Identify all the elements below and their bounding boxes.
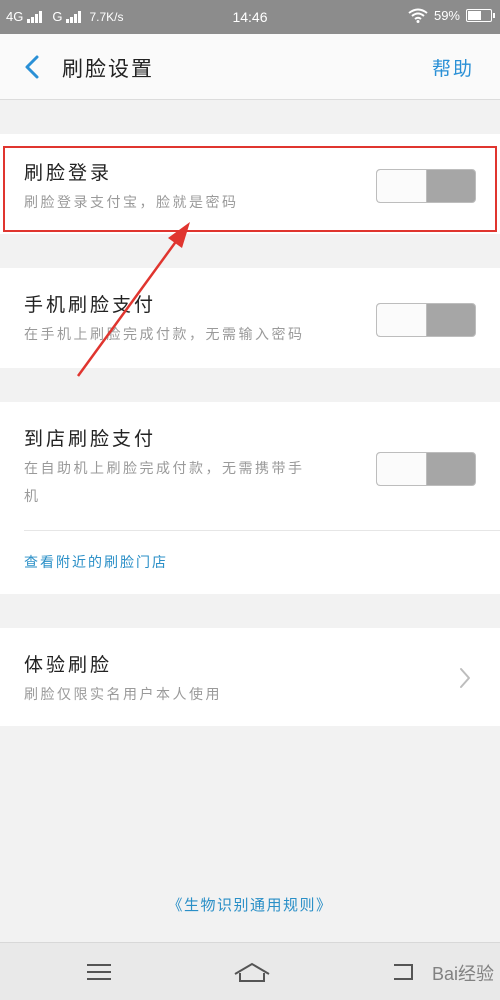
store-face-pay-title: 到店刷脸支付	[24, 428, 157, 450]
status-right: 59%	[408, 8, 495, 23]
phone-face-pay-title: 手机刷脸支付	[24, 294, 157, 316]
home-icon[interactable]	[232, 959, 272, 985]
chevron-left-icon[interactable]	[18, 52, 48, 82]
try-face-subtitle: 刷脸仅限实名用户本人使用	[24, 687, 222, 703]
phone-face-pay-subtitle: 在手机上刷脸完成付款，无需输入密码	[24, 327, 305, 343]
phone-face-pay-toggle[interactable]	[376, 303, 476, 337]
toggle-knob	[377, 304, 427, 336]
battery-fill	[468, 11, 481, 20]
try-face-card[interactable]: 体验刷脸 刷脸仅限实名用户本人使用	[0, 628, 500, 726]
phone-face-pay-card: 手机刷脸支付 在手机上刷脸完成付款，无需输入密码	[0, 268, 500, 368]
store-face-pay-card: 到店刷脸支付 在自助机上刷脸完成付款，无需携带手 机 查看附近的刷脸门店	[0, 402, 500, 594]
page-title: 刷脸设置	[62, 57, 154, 81]
divider	[24, 530, 500, 531]
battery-icon	[466, 9, 495, 22]
chevron-right-icon	[460, 668, 470, 688]
highlight-box	[3, 146, 497, 232]
store-face-pay-toggle[interactable]	[376, 452, 476, 486]
back-icon[interactable]	[388, 959, 418, 985]
toggle-knob	[377, 453, 427, 485]
battery-percent: 59%	[433, 8, 460, 23]
biometric-rules-link[interactable]: 《生物识别通用规则》	[0, 894, 500, 915]
store-face-pay-subtitle-line2: 机	[24, 489, 41, 505]
try-face-title: 体验刷脸	[24, 654, 113, 676]
watermark: Bai经验	[431, 964, 494, 984]
nav-bar: 刷脸设置 帮助	[0, 34, 500, 100]
help-button[interactable]: 帮助	[432, 54, 474, 81]
store-face-pay-subtitle-line1: 在自助机上刷脸完成付款，无需携带手	[24, 461, 305, 477]
system-nav-bar	[0, 942, 500, 1000]
wifi-icon	[408, 8, 428, 23]
nearby-stores-link[interactable]: 查看附近的刷脸门店	[24, 552, 168, 572]
menu-icon[interactable]	[84, 959, 114, 985]
status-bar: 4G G 7.7K/s 14:46 59%	[0, 0, 500, 34]
